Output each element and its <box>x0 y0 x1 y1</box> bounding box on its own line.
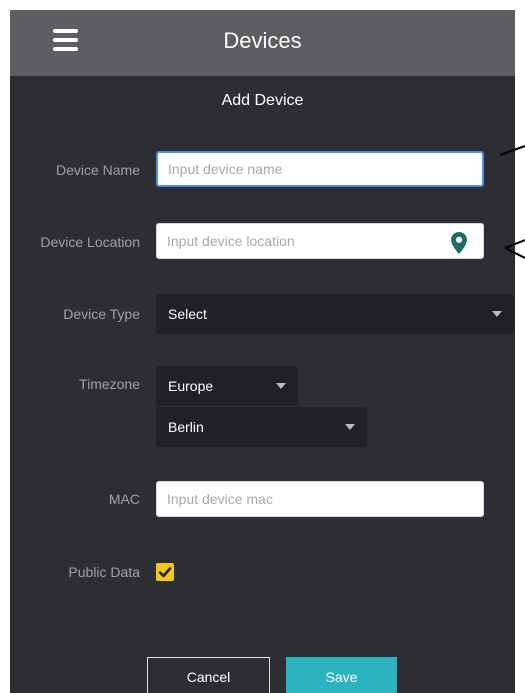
annotation-arrows <box>499 145 525 259</box>
